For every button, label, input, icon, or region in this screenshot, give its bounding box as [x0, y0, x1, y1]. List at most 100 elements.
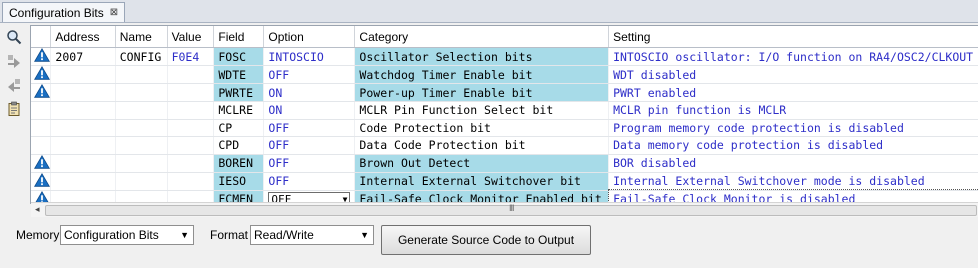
- format-label: Format: [210, 228, 249, 242]
- status-cell: [31, 65, 52, 84]
- name-cell: [115, 154, 168, 173]
- column-header-status: [31, 26, 52, 48]
- setting-cell: BOR disabled: [608, 154, 978, 173]
- setting-cell: INTOSCIO oscillator: I/O function on RA4…: [608, 47, 978, 66]
- name-cell: CONFIG: [115, 47, 168, 66]
- category-cell: Oscillator Selection bits: [354, 47, 610, 66]
- field-cell: IESO: [213, 172, 265, 191]
- address-cell: [50, 136, 116, 155]
- setting-cell: Program memory code protection is disabl…: [608, 119, 978, 138]
- table-row[interactable]: 2007 CONFIG F0E4 FOSC INTOSCIO Oscillator Sel…: [31, 47, 978, 66]
- status-cell: [31, 83, 52, 102]
- setting-cell: Internal External Switchover mode is dis…: [608, 172, 978, 191]
- table-row[interactable]: IESO OFF Internal External Switchover bit I…: [31, 172, 978, 191]
- column-header-name[interactable]: Name: [115, 26, 168, 48]
- value-cell: [167, 83, 215, 102]
- address-cell: [50, 172, 116, 191]
- value-cell: [167, 154, 215, 173]
- name-cell: [115, 83, 168, 102]
- status-cell: [31, 101, 52, 120]
- scroll-left-icon[interactable]: ◂: [35, 204, 40, 215]
- option-cell[interactable]: OFF: [263, 172, 356, 191]
- status-cell: [31, 172, 52, 191]
- address-cell: [50, 83, 116, 102]
- memory-select[interactable]: Configuration Bits ▼: [60, 225, 194, 245]
- column-header-address[interactable]: Address: [50, 26, 116, 48]
- category-cell: Power-up Timer Enable bit: [354, 83, 610, 102]
- category-cell: MCLR Pin Function Select bit: [354, 101, 610, 120]
- table-header: Address Name Value Field Option Category…: [31, 26, 978, 48]
- table-row[interactable]: MCLRE ON MCLR Pin Function Select bit MCLR …: [31, 101, 978, 120]
- category-cell: Code Protection bit: [354, 119, 610, 138]
- address-cell: [50, 65, 116, 84]
- option-cell[interactable]: OFF: [263, 136, 356, 155]
- option-cell[interactable]: ON: [263, 101, 356, 120]
- status-cell: [31, 154, 52, 173]
- warning-icon: [34, 48, 50, 65]
- category-cell: Data Code Protection bit: [354, 136, 610, 155]
- value-cell: F0E4: [167, 47, 215, 66]
- field-cell: CP: [213, 119, 265, 138]
- tab-configuration-bits[interactable]: Configuration Bits ⊠: [2, 2, 126, 22]
- search-icon[interactable]: [4, 27, 24, 47]
- status-cell: [31, 136, 52, 155]
- column-header-field[interactable]: Field: [213, 26, 265, 48]
- option-cell[interactable]: OFF: [263, 65, 356, 84]
- format-select[interactable]: Read/Write ▼: [250, 225, 374, 245]
- memory-label: Memory: [16, 228, 60, 242]
- table-row[interactable]: CPD OFF Data Code Protection bit Data memor…: [31, 136, 978, 155]
- setting-cell: WDT disabled: [608, 65, 978, 84]
- field-cell: MCLRE: [213, 101, 265, 120]
- setting-cell: MCLR pin function is MCLR: [608, 101, 978, 120]
- table-row[interactable]: CP OFF Code Protection bit Program memory c…: [31, 119, 978, 138]
- option-cell[interactable]: OFF: [263, 119, 356, 138]
- value-cell: [167, 172, 215, 191]
- column-header-category[interactable]: Category: [354, 26, 610, 48]
- name-cell: [115, 101, 168, 120]
- setting-cell: Data memory code protection is disabled: [608, 136, 978, 155]
- name-cell: [115, 136, 168, 155]
- table-row[interactable]: WDTE OFF Watchdog Timer Enable bit WDT disa…: [31, 65, 978, 84]
- name-cell: [115, 119, 168, 138]
- field-cell: BOREN: [213, 154, 265, 173]
- option-cell[interactable]: INTOSCIO: [263, 47, 356, 66]
- table-row[interactable]: BOREN OFF Brown Out Detect BOR disabled: [31, 154, 978, 173]
- field-cell: PWRTE: [213, 83, 265, 102]
- category-cell: Internal External Switchover bit: [354, 172, 610, 191]
- arrow-left-icon[interactable]: [4, 75, 24, 95]
- status-cell: [31, 47, 52, 66]
- value-cell: [167, 65, 215, 84]
- category-cell: Watchdog Timer Enable bit: [354, 65, 610, 84]
- field-cell: WDTE: [213, 65, 265, 84]
- option-cell[interactable]: OFF: [263, 154, 356, 173]
- category-cell: Brown Out Detect: [354, 154, 610, 173]
- arrow-right-icon[interactable]: [4, 51, 24, 71]
- horizontal-scrollbar[interactable]: ◂ III: [31, 202, 978, 217]
- chevron-down-icon: ▼: [180, 230, 189, 240]
- clipboard-icon[interactable]: [4, 99, 24, 119]
- field-cell: CPD: [213, 136, 265, 155]
- table-row[interactable]: PWRTE ON Power-up Timer Enable bit PWRT ena…: [31, 83, 978, 102]
- warning-icon: [34, 154, 50, 172]
- name-cell: [115, 172, 168, 191]
- warning-icon: [34, 66, 50, 83]
- scrollbar-grip: III: [509, 203, 514, 213]
- address-cell: [50, 101, 116, 120]
- option-cell[interactable]: ON: [263, 83, 356, 102]
- status-cell: [31, 119, 52, 138]
- bottom-bar: Memory Configuration Bits ▼ Format Read/…: [0, 218, 978, 268]
- address-cell: 2007: [50, 47, 116, 66]
- generate-source-button[interactable]: Generate Source Code to Output: [381, 225, 591, 255]
- column-header-setting[interactable]: Setting: [608, 26, 978, 48]
- value-cell: [167, 101, 215, 120]
- column-header-value[interactable]: Value: [167, 26, 215, 48]
- value-cell: [167, 119, 215, 138]
- memory-select-value: Configuration Bits: [64, 228, 159, 242]
- tab-bar: Configuration Bits ⊠: [0, 0, 978, 23]
- value-cell: [167, 136, 215, 155]
- column-header-option[interactable]: Option: [263, 26, 356, 48]
- close-icon[interactable]: ⊠: [110, 7, 118, 18]
- name-cell: [115, 65, 168, 84]
- address-cell: [50, 154, 116, 173]
- config-bits-table: Address Name Value Field Option Category…: [30, 25, 978, 204]
